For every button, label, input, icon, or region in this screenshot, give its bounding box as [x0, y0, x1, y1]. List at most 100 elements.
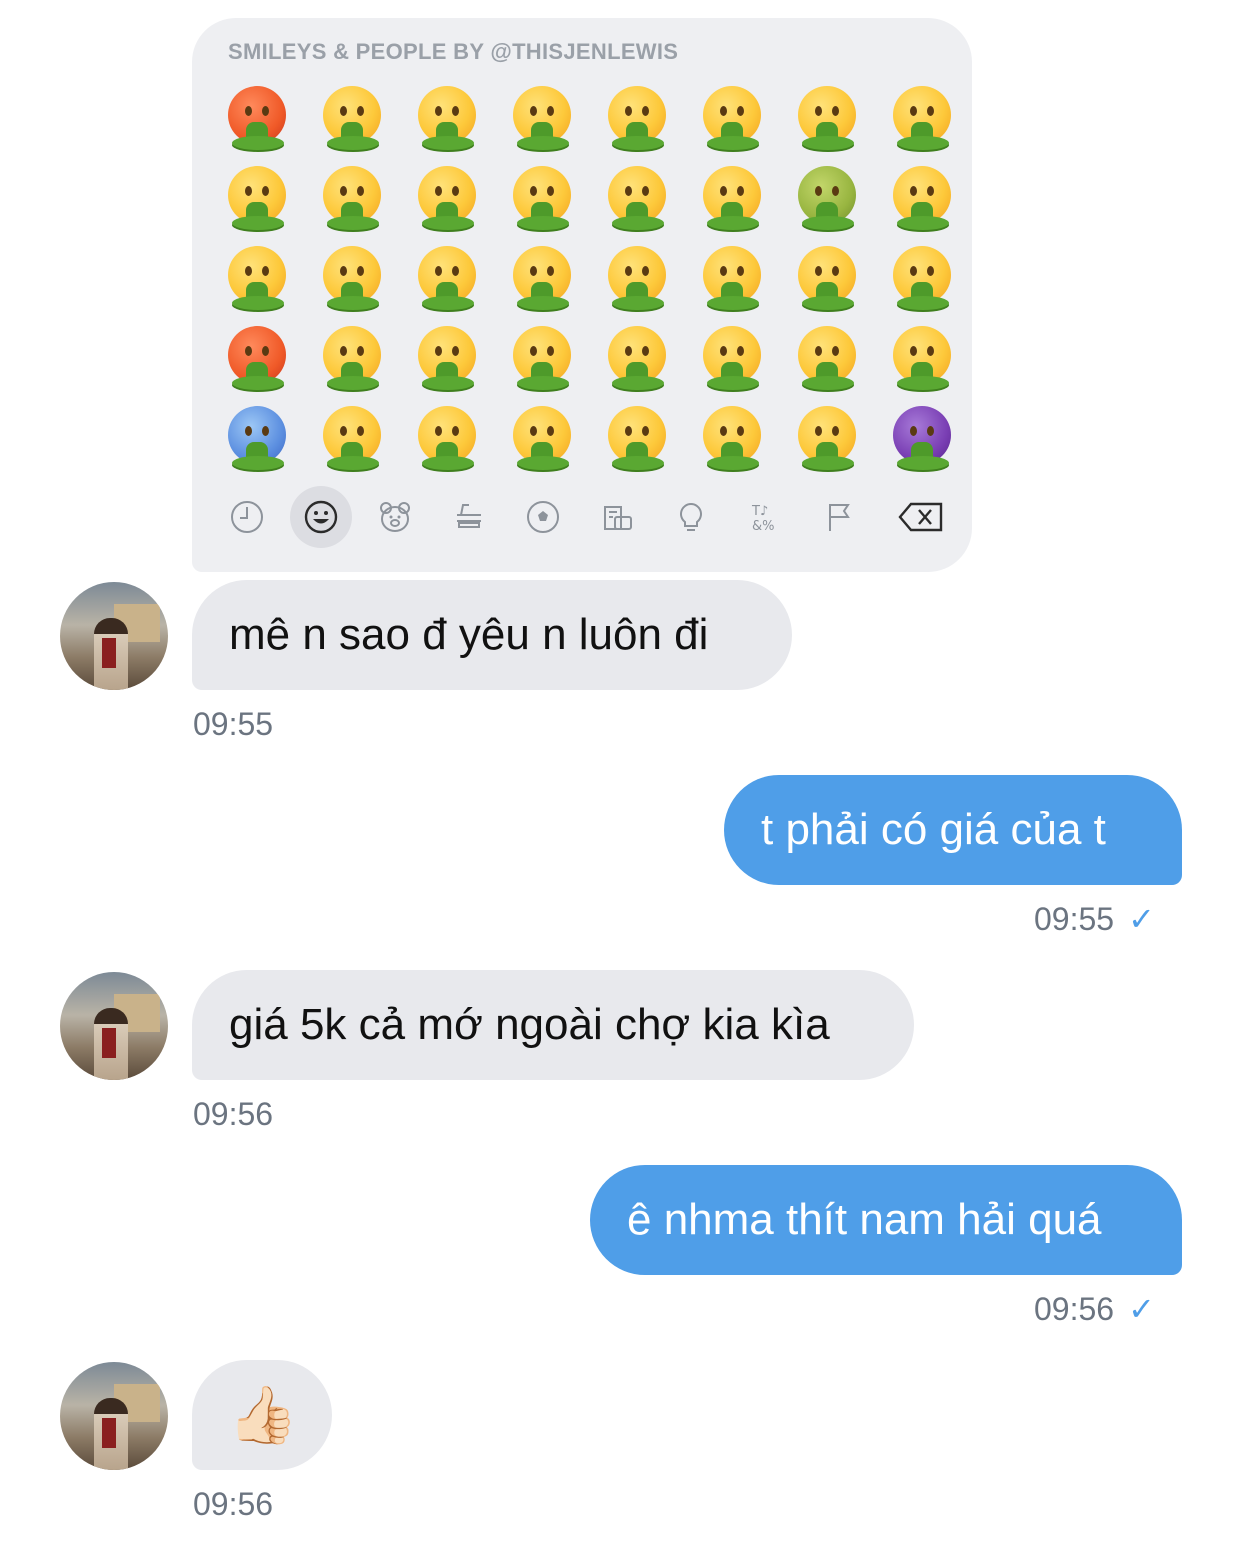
- dizzy-face-vomiting-icon[interactable]: [701, 326, 765, 390]
- emoji-eye: [547, 106, 554, 116]
- woozy-face-vomiting-icon[interactable]: [796, 86, 860, 150]
- sent-check-icon: ✓: [1128, 1291, 1155, 1327]
- cold-face-vomiting-icon[interactable]: [226, 406, 290, 470]
- emoji-vomit-puddle: [327, 456, 379, 470]
- pinocchio-face-vomiting-icon[interactable]: [416, 406, 480, 470]
- emoji-eye: [340, 346, 347, 356]
- devil-face-vomiting-icon[interactable]: [891, 406, 955, 470]
- message-bubble-outgoing[interactable]: ê nhma thít nam hải quá: [590, 1165, 1182, 1275]
- grinning-teeth-face-vomiting-icon[interactable]: [511, 326, 575, 390]
- neutral-face-vomiting-icon[interactable]: [511, 86, 575, 150]
- thumbs-up-icon: 👍🏻: [228, 1383, 298, 1446]
- message-timestamp-row: 09:55 ✓: [1034, 900, 1155, 938]
- emoji-eye: [832, 346, 839, 356]
- emoji-vomit-puddle: [517, 456, 569, 470]
- emoji-vomit-puddle: [802, 376, 854, 390]
- message-timestamp: 09:55: [193, 706, 274, 742]
- emoji-eye: [357, 346, 364, 356]
- sent-check-icon: ✓: [1128, 901, 1155, 937]
- frowning-face-vomiting-icon[interactable]: [606, 166, 670, 230]
- emoji-vomit-puddle: [327, 296, 379, 310]
- disappointed-face-vomiting-icon[interactable]: [321, 326, 385, 390]
- emoji-vomit-puddle: [897, 456, 949, 470]
- emoji-eye: [530, 106, 537, 116]
- sleepy-face-vomiting-icon[interactable]: [701, 246, 765, 310]
- flushed-face-vomiting-icon[interactable]: [226, 246, 290, 310]
- emoji-eye: [832, 426, 839, 436]
- hushed-face-vomiting-icon[interactable]: [606, 86, 670, 150]
- anxious-face-vomiting-icon[interactable]: [321, 166, 385, 230]
- shushing-face-vomiting-icon[interactable]: [416, 326, 480, 390]
- zipper-mouth-face-vomiting-icon[interactable]: [701, 406, 765, 470]
- sleeping-face-vomiting-icon[interactable]: [701, 86, 765, 150]
- message-text: ê nhma thít nam hải quá: [627, 1195, 1102, 1244]
- emoji-eye: [547, 186, 554, 196]
- backspace-icon[interactable]: [890, 486, 952, 548]
- fearful-face-vomiting-icon[interactable]: [321, 246, 385, 310]
- message-bubble-incoming[interactable]: giá 5k cả mớ ngoài chợ kia kìa: [192, 970, 914, 1080]
- angry-face-with-symbols-vomiting-icon[interactable]: [226, 86, 290, 150]
- face-with-open-hands-vomiting-icon[interactable]: [416, 86, 480, 150]
- message-bubble-incoming[interactable]: 👍🏻: [192, 1360, 332, 1470]
- animal-bear-icon[interactable]: [364, 486, 426, 548]
- hot-face-vomiting-icon[interactable]: [226, 326, 290, 390]
- emoji-eye: [357, 426, 364, 436]
- smiley-icon[interactable]: [290, 486, 352, 548]
- emoji-eye: [357, 266, 364, 276]
- grimacing-face-vomiting-icon[interactable]: [511, 166, 575, 230]
- expressionless-face-vomiting-icon[interactable]: [511, 246, 575, 310]
- food-drink-icon[interactable]: [438, 486, 500, 548]
- screaming-face-vomiting-icon[interactable]: [321, 86, 385, 150]
- emoji-vomit-puddle: [802, 296, 854, 310]
- tired-face-vomiting-icon[interactable]: [796, 246, 860, 310]
- sports-ball-icon[interactable]: [512, 486, 574, 548]
- sneezing-face-vomiting-icon[interactable]: [796, 326, 860, 390]
- emoji-eye: [720, 106, 727, 116]
- emoji-eye: [262, 346, 269, 356]
- message-bubble-outgoing[interactable]: t phải có giá của t: [724, 775, 1182, 885]
- emoji-eye: [720, 186, 727, 196]
- emoji-eye: [737, 346, 744, 356]
- emoji-vomit-puddle: [422, 376, 474, 390]
- emoji-eye: [927, 346, 934, 356]
- emoji-vomit-puddle: [707, 376, 759, 390]
- bandaged-face-vomiting-icon[interactable]: [891, 166, 955, 230]
- surprised-face-vomiting-icon[interactable]: [606, 406, 670, 470]
- message-bubble-incoming[interactable]: mê n sao đ yêu n luôn đi: [192, 580, 792, 690]
- thinking-face-vomiting-icon[interactable]: [416, 166, 480, 230]
- astonished-face-vomiting-icon[interactable]: [606, 326, 670, 390]
- recent-clock-icon[interactable]: [216, 486, 278, 548]
- rolling-eyes-face-vomiting-icon[interactable]: [511, 406, 575, 470]
- contact-avatar[interactable]: [60, 1362, 168, 1470]
- downcast-sweat-face-vomiting-icon[interactable]: [321, 406, 385, 470]
- thermometer-face-vomiting-icon[interactable]: [891, 86, 955, 150]
- medical-mask-face-vomiting-icon[interactable]: [796, 406, 860, 470]
- hand-over-mouth-face-vomiting-icon[interactable]: [416, 246, 480, 310]
- cowboy-face-vomiting-icon[interactable]: [891, 326, 955, 390]
- money-mouth-face-vomiting-icon[interactable]: [891, 246, 955, 310]
- contact-avatar[interactable]: [60, 582, 168, 690]
- keyboard-category-bar: T♪ &%: [216, 486, 952, 550]
- flags-icon[interactable]: [808, 486, 870, 548]
- worried-face-vomiting-icon[interactable]: [606, 246, 670, 310]
- emoji-eye: [910, 106, 917, 116]
- emoji-eye: [910, 266, 917, 276]
- objects-bulb-icon[interactable]: [660, 486, 722, 548]
- emoji-keyboard-image[interactable]: SMILEYS & PEOPLE BY @THISJENLEWIS T♪ &%: [192, 18, 972, 572]
- emoji-vomit-puddle: [422, 216, 474, 230]
- emoji-vomit-puddle: [232, 456, 284, 470]
- emoji-eye: [530, 186, 537, 196]
- lying-face-vomiting-icon[interactable]: [701, 166, 765, 230]
- emoji-vomit-puddle: [897, 376, 949, 390]
- emoji-vomit-puddle: [897, 296, 949, 310]
- emoji-eye: [262, 426, 269, 436]
- emoji-vomit-puddle: [327, 136, 379, 150]
- travel-building-icon[interactable]: [586, 486, 648, 548]
- contact-avatar[interactable]: [60, 972, 168, 1080]
- message-timestamp: 09:56: [1034, 1291, 1115, 1327]
- symbols-icon[interactable]: T♪ &%: [734, 486, 796, 548]
- exploding-head-vomiting-icon[interactable]: [226, 166, 290, 230]
- emoji-vomit-puddle: [422, 136, 474, 150]
- nauseated-face-vomiting-icon[interactable]: [796, 166, 860, 230]
- emoji-eye: [832, 186, 839, 196]
